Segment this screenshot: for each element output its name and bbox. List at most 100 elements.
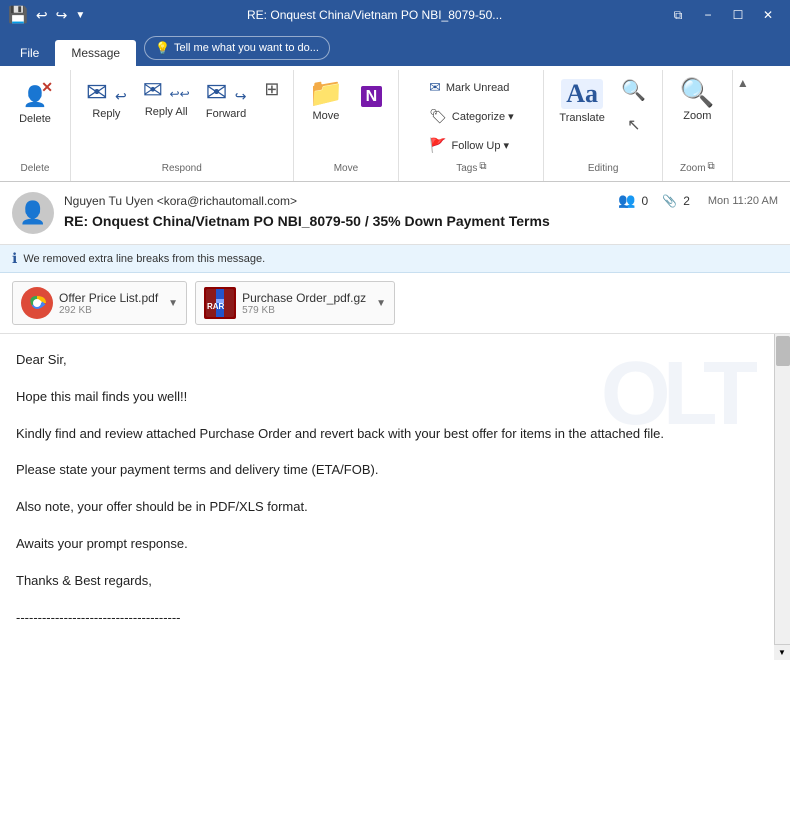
reply-arrow-icon: ↩ (115, 88, 127, 104)
zoom-label: Zoom (683, 110, 711, 122)
flag-icon: 🚩 (429, 137, 446, 154)
cursor-button[interactable]: ↖ (614, 111, 654, 139)
body-greeting: Dear Sir, (16, 350, 774, 371)
body-p2: Kindly find and review attached Purchase… (16, 424, 774, 445)
zoom-icon: 🔍 (680, 77, 715, 108)
email-date: Mon 11:20 AM (708, 195, 778, 207)
delete-group-label: Delete (21, 159, 50, 177)
tab-message[interactable]: Message (55, 40, 136, 66)
editing-buttons: Aa Translate 🔍 ↖ (552, 74, 653, 159)
body-p4: Also note, your offer should be in PDF/X… (16, 497, 774, 518)
tags-expand-icon[interactable]: ⧉ (479, 161, 486, 172)
main-content: 👤 Nguyen Tu Uyen <kora@richautomall.com>… (0, 182, 790, 660)
translate-label: Translate (559, 112, 604, 124)
categorize-button[interactable]: 🏷 Categorize ▾ (422, 103, 521, 130)
folder-icon: 📁 (309, 77, 344, 108)
move-group-label: Move (334, 159, 358, 177)
attachment-2[interactable]: RAR Purchase Order_pdf.gz 579 KB ▼ (195, 281, 395, 325)
undo-icon[interactable]: ↩ (36, 7, 48, 24)
ribbon-collapse-icon: ▲ (737, 76, 749, 90)
mark-unread-button[interactable]: ✉ Mark Unread (422, 74, 521, 101)
lightbulb-icon: 💡 (155, 41, 170, 55)
follow-up-label: Follow Up ▾ (452, 139, 509, 152)
body-p6: Thanks & Best regards, (16, 571, 774, 592)
reply-all-envelope-icon: ✉ (143, 77, 163, 104)
ribbon-group-tags: ✉ Mark Unread 🏷 Categorize ▾ 🚩 Follow Up… (399, 70, 544, 181)
move-button[interactable]: 📁 Move (302, 74, 351, 127)
sender-name: Nguyen Tu Uyen <kora@richautomall.com> (64, 194, 297, 208)
translate-button[interactable]: Aa Translate (552, 74, 611, 129)
tell-me-text[interactable]: Tell me what you want to do... (174, 42, 319, 54)
editing-group-label: Editing (588, 159, 619, 177)
forward-button[interactable]: ✉ ↪ Forward (199, 74, 254, 125)
scroll-down-button[interactable]: ▼ (774, 644, 790, 660)
reply-label: Reply (92, 108, 120, 120)
follow-up-button[interactable]: 🚩 Follow Up ▾ (422, 132, 521, 159)
reply-all-arrows-icon: ↩↩ (170, 87, 190, 101)
zoom-buttons: 🔍 Zoom (672, 74, 722, 159)
zoom-button[interactable]: 🔍 Zoom (672, 74, 722, 127)
scrollbar-thumb[interactable] (776, 336, 790, 366)
attachment-2-info: Purchase Order_pdf.gz 579 KB (242, 291, 366, 316)
more-respond-icon: ⊞ (264, 79, 279, 100)
cursor-icon: ↖ (627, 115, 640, 135)
tags-group-label: Tags (456, 159, 477, 177)
mark-unread-label: Mark Unread (446, 82, 510, 94)
forward-label: Forward (206, 108, 246, 120)
maximize-button[interactable]: ☐ (724, 1, 752, 29)
attachment-1-dropdown[interactable]: ▼ (168, 298, 178, 309)
attachment-2-icon: RAR (204, 287, 236, 319)
ribbon-group-zoom: 🔍 Zoom Zoom ⧉ (663, 70, 733, 181)
categorize-icon: 🏷 (429, 108, 447, 125)
attachment-1-size: 292 KB (59, 305, 158, 316)
minimize-button[interactable]: − (694, 1, 722, 29)
email-from-line: Nguyen Tu Uyen <kora@richautomall.com> 👥… (64, 192, 778, 209)
title-bar: 💾 ↩ ↪ ▼ RE: Onquest China/Vietnam PO NBI… (0, 0, 790, 30)
tell-me-input[interactable]: 💡 Tell me what you want to do... (144, 36, 330, 60)
scrollbar-track (774, 334, 790, 660)
email-scroll-wrapper: OLT Dear Sir, Hope this mail finds you w… (0, 334, 790, 660)
ribbon-group-delete: 👤 ✕ Delete Delete (0, 70, 71, 181)
info-icon: ℹ (12, 250, 17, 267)
search-button[interactable]: 🔍 (614, 74, 654, 107)
reply-button[interactable]: ✉ ↩ Reply (79, 74, 134, 125)
forward-envelope-icon: ✉ (206, 77, 228, 107)
categorize-label: Categorize ▾ (452, 110, 514, 123)
email-header-details: Nguyen Tu Uyen <kora@richautomall.com> 👥… (64, 192, 778, 229)
window-controls[interactable]: ⧉ − ☐ ✕ (664, 1, 782, 29)
ribbon-group-respond: ✉ ↩ Reply ✉ ↩↩ Reply All ✉ ↪ Forward (71, 70, 294, 181)
ribbon: 👤 ✕ Delete Delete ✉ ↩ Reply ✉ ↩↩ (0, 66, 790, 182)
zoom-expand-icon[interactable]: ⧉ (708, 161, 715, 172)
quick-access-dropdown[interactable]: ▼ (75, 10, 85, 21)
info-message: We removed extra line breaks from this m… (23, 253, 265, 265)
tab-file[interactable]: File (4, 40, 55, 66)
reply-all-label: Reply All (145, 106, 188, 118)
save-icon[interactable]: 💾 (8, 5, 28, 25)
close-button[interactable]: ✕ (754, 1, 782, 29)
redo-icon[interactable]: ↪ (56, 7, 68, 24)
chrome-icon (26, 292, 48, 314)
body-p1: Hope this mail finds you well!! (16, 387, 774, 408)
tab-bar: File Message 💡 Tell me what you want to … (0, 30, 790, 66)
attachment-2-dropdown[interactable]: ▼ (376, 298, 386, 309)
email-scroll-content[interactable]: OLT Dear Sir, Hope this mail finds you w… (0, 334, 790, 660)
delete-x-icon: ✕ (41, 79, 53, 96)
people-icon: 👥 (618, 192, 635, 209)
scroll-down-icon: ▼ (778, 648, 786, 657)
attachment-1[interactable]: Offer Price List.pdf 292 KB ▼ (12, 281, 187, 325)
svg-text:RAR: RAR (207, 302, 225, 311)
reply-all-button[interactable]: ✉ ↩↩ Reply All (136, 74, 197, 123)
attachment-count: 2 (683, 194, 690, 208)
ribbon-collapse-button[interactable]: ▲ (733, 70, 753, 181)
sender-avatar: 👤 (12, 192, 54, 234)
restore-button[interactable]: ⧉ (664, 1, 692, 29)
respond-group-label: Respond (162, 159, 202, 177)
onenote-button[interactable]: N (352, 74, 390, 113)
more-respond-button[interactable]: ⊞ (259, 74, 284, 105)
delete-button[interactable]: 👤 ✕ Delete (8, 74, 62, 130)
attachment-2-size: 579 KB (242, 305, 366, 316)
ribbon-group-editing: Aa Translate 🔍 ↖ Editing (544, 70, 662, 181)
attachment-2-name: Purchase Order_pdf.gz (242, 291, 366, 305)
attachment-1-info: Offer Price List.pdf 292 KB (59, 291, 158, 316)
search-icon: 🔍 (621, 78, 646, 103)
